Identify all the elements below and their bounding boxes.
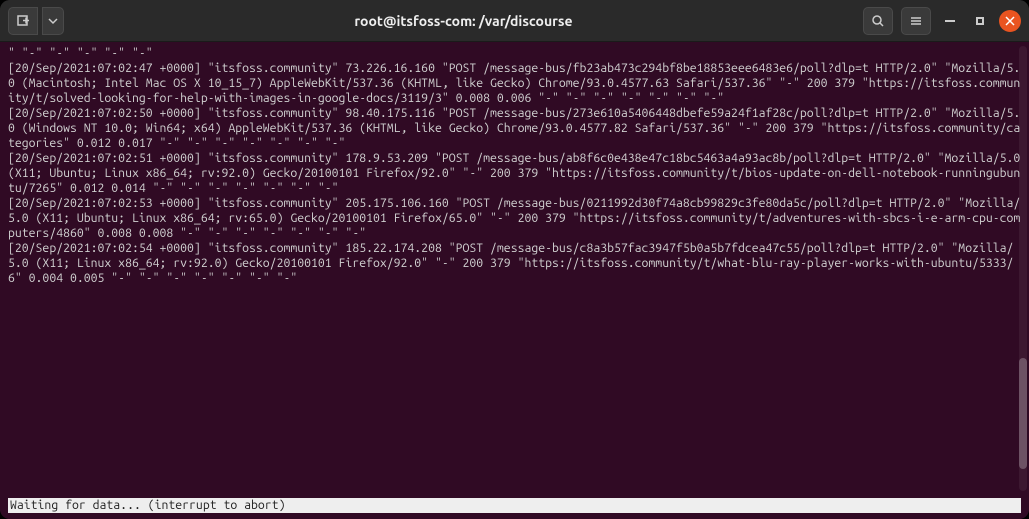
chevron-down-icon [48, 16, 58, 26]
terminal-output: " "-" "-" "-" "-" "-" [20/Sep/2021:07:02… [8, 46, 1021, 286]
maximize-icon [976, 17, 984, 25]
minimize-button[interactable] [939, 10, 961, 32]
new-tab-button[interactable] [8, 7, 38, 35]
menu-button[interactable] [901, 7, 931, 35]
search-button[interactable] [863, 7, 893, 35]
minimize-icon [945, 20, 955, 22]
tab-dropdown-button[interactable] [42, 7, 64, 35]
status-line: Waiting for data... (interrupt to abort) [8, 498, 1021, 513]
terminal-viewport[interactable]: " "-" "-" "-" "-" "-" [20/Sep/2021:07:02… [0, 42, 1029, 519]
titlebar: root@itsfoss-com: /var/discourse [0, 0, 1029, 42]
maximize-button[interactable] [969, 10, 991, 32]
new-tab-icon [16, 14, 30, 28]
hamburger-icon [909, 14, 923, 28]
scrollbar-thumb[interactable] [1019, 358, 1027, 469]
close-icon [1005, 16, 1015, 26]
close-button[interactable] [999, 10, 1021, 32]
terminal-window: root@itsfoss-com: /var/discourse " "-" "… [0, 0, 1029, 519]
window-title: root@itsfoss-com: /var/discourse [70, 13, 857, 29]
scrollbar[interactable] [1019, 46, 1027, 491]
search-icon [871, 14, 885, 28]
